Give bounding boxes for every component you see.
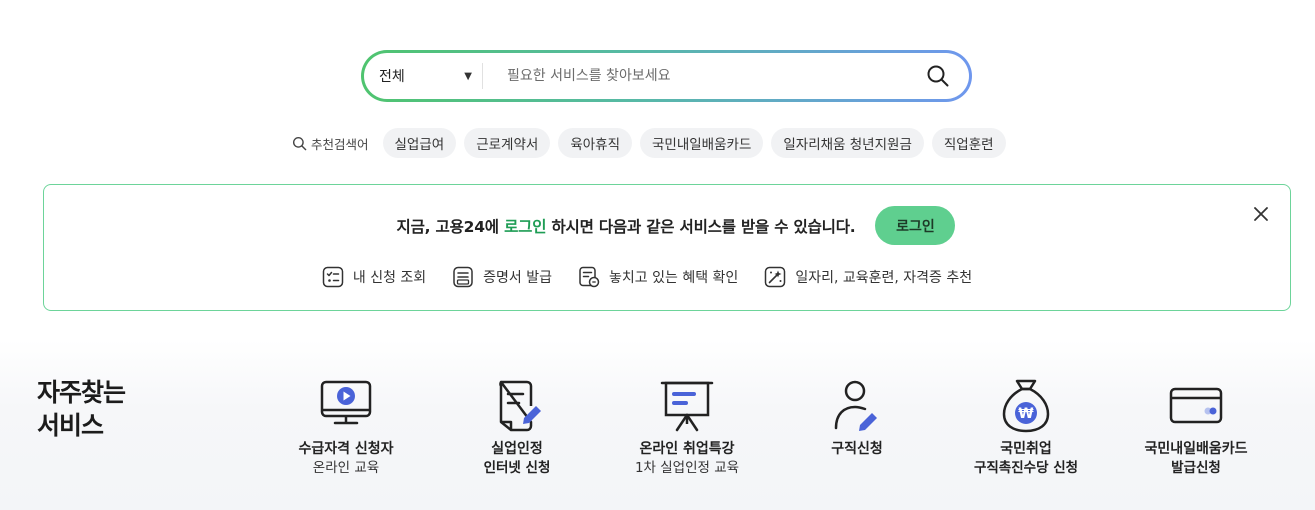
service-icon-wrap	[487, 376, 547, 436]
title-line: 자주찾는	[37, 378, 126, 407]
service-sublabel: 인터넷 신청	[483, 460, 551, 476]
search-scope-value: 전체	[379, 69, 405, 85]
title-line: 서비스	[37, 411, 104, 440]
service-label: 실업인정	[491, 441, 543, 457]
service-learning-card[interactable]: 국민내일배움카드 발급신청	[1111, 376, 1281, 478]
feature-my-applications[interactable]: 내 신청 조회	[322, 266, 426, 288]
service-icon-wrap	[316, 376, 376, 436]
feature-recommendations[interactable]: 일자리, 교육훈련, 자격증 추천	[764, 266, 972, 288]
certificate-icon	[453, 266, 473, 288]
service-unemployment-recognition[interactable]: 실업인정 인터넷 신청	[432, 376, 602, 478]
service-sublabel: 온라인 교육	[312, 460, 380, 476]
search-button[interactable]	[915, 53, 961, 99]
service-sublabel: 구직촉진수당 신청	[973, 460, 1079, 476]
frequent-services: 자주찾는 서비스 수급자격 신청자 온라인 교육 실업인정 인터넷 신청 온라인…	[0, 340, 1315, 510]
banner-header: 지금, 고용24에 로그인 하시면 다음과 같은 서비스를 받을 수 있습니다.…	[44, 206, 1290, 245]
banner-text-after: 하시면 다음과 같은 서비스를 받을 수 있습니다.	[546, 217, 856, 236]
service-icon-wrap	[1166, 376, 1226, 436]
service-icon-wrap	[657, 376, 717, 436]
person-edit-icon	[834, 380, 877, 431]
banner-text-highlight: 로그인	[504, 217, 547, 236]
service-label: 수급자격 신청자	[298, 441, 394, 457]
service-online-education[interactable]: 수급자격 신청자 온라인 교육	[261, 376, 431, 478]
search-input[interactable]	[483, 53, 915, 99]
keyword-chip[interactable]: 실업급여	[382, 128, 457, 158]
banner-features: 내 신청 조회 증명서 발급 놓치고 있는 혜택 확인 일자리, 교육훈련, 자…	[44, 266, 1290, 288]
caret-down-icon: ▼	[464, 70, 472, 82]
service-icon-wrap: ₩	[996, 376, 1056, 436]
login-button[interactable]: 로그인	[875, 206, 956, 245]
search-icon	[292, 136, 307, 150]
feature-missed-benefits[interactable]: 놓치고 있는 혜택 확인	[578, 266, 738, 288]
service-label: 구직신청	[831, 441, 883, 457]
benefit-check-icon	[579, 266, 600, 288]
feature-label: 놓치고 있는 혜택 확인	[609, 270, 739, 286]
service-sublabel: 1차 실업인정 교육	[634, 460, 740, 476]
banner-text-before: 지금, 고용24에	[396, 217, 505, 236]
search-scope-select[interactable]: 전체 ▼	[364, 53, 482, 99]
card-icon	[1169, 387, 1223, 424]
keyword-chip[interactable]: 육아휴직	[558, 128, 632, 158]
close-icon	[1254, 207, 1268, 221]
keyword-chip[interactable]: 근로계약서	[464, 128, 551, 158]
keyword-chip[interactable]: 직업훈련	[931, 128, 1006, 158]
feature-certificate[interactable]: 증명서 발급	[452, 266, 552, 288]
frequent-services-title: 자주찾는 서비스	[37, 376, 126, 442]
service-label: 온라인 취업특강	[639, 441, 735, 457]
service-job-promotion-allowance[interactable]: ₩ 국민취업 구직촉진수당 신청	[941, 376, 1111, 478]
money-bag-icon: ₩	[1002, 379, 1050, 433]
document-edit-icon	[499, 380, 541, 432]
presentation-board-icon	[660, 381, 714, 432]
monitor-play-icon	[320, 380, 372, 425]
banner-message: 지금, 고용24에 로그인 하시면 다음과 같은 서비스를 받을 수 있습니다.	[397, 215, 856, 237]
svg-text:₩: ₩	[1018, 406, 1034, 422]
search-bar: 전체 ▼	[361, 50, 972, 102]
search-icon	[927, 65, 949, 87]
search-box: 전체 ▼	[364, 53, 969, 99]
service-label: 국민내일배움카드	[1144, 441, 1248, 457]
recommended-keywords: 추천검색어 실업급여 근로계약서 육아휴직 국민내일배움카드 일자리채움 청년지…	[292, 128, 1006, 158]
recommend-icon	[765, 266, 786, 288]
feature-label: 내 신청 조회	[352, 270, 427, 286]
feature-label: 증명서 발급	[483, 270, 553, 286]
service-label: 국민취업	[1000, 441, 1052, 457]
recommended-label: 추천검색어	[292, 134, 369, 153]
service-job-application[interactable]: 구직신청	[772, 376, 942, 459]
login-banner: 지금, 고용24에 로그인 하시면 다음과 같은 서비스를 받을 수 있습니다.…	[43, 184, 1291, 311]
banner-close-button[interactable]	[1250, 203, 1272, 225]
checklist-icon	[322, 266, 344, 288]
keyword-chip[interactable]: 국민내일배움카드	[640, 128, 764, 158]
service-sublabel: 발급신청	[1171, 460, 1221, 476]
feature-label: 일자리, 교육훈련, 자격증 추천	[795, 270, 973, 286]
service-icon-wrap	[827, 376, 887, 436]
recommended-label-text: 추천검색어	[311, 136, 369, 152]
keyword-chip[interactable]: 일자리채움 청년지원금	[771, 128, 924, 158]
service-online-job-lecture[interactable]: 온라인 취업특강 1차 실업인정 교육	[602, 376, 772, 478]
